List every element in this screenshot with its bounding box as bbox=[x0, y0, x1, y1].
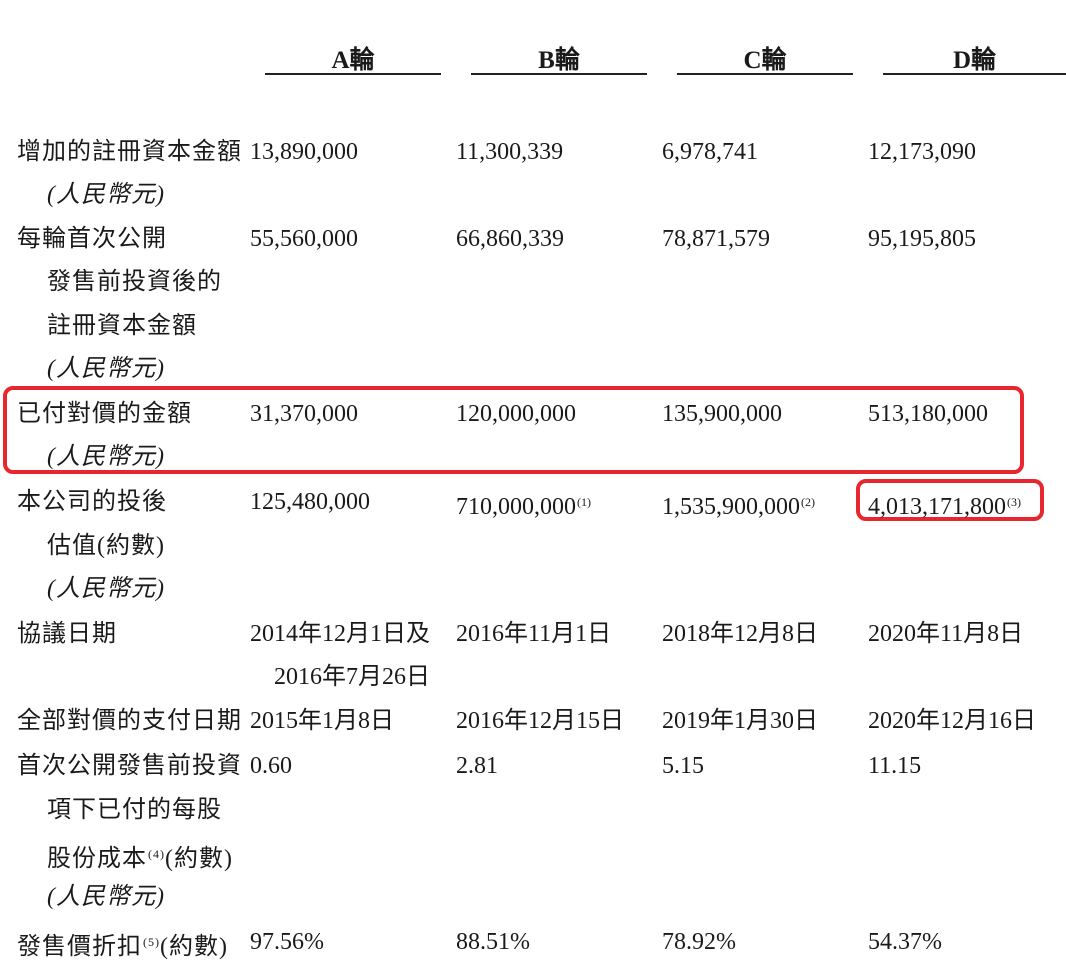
header-rule-d bbox=[883, 73, 1066, 75]
row-label-part: 股份成本 bbox=[47, 846, 147, 872]
cell-b: 2.81 bbox=[456, 753, 498, 779]
cell-c-value: 1,535,900,000 bbox=[662, 494, 800, 520]
row-label: 首次公開發售前投資 bbox=[17, 753, 242, 779]
cell-c: 6,978,741 bbox=[662, 139, 758, 165]
cell-c: 1,535,900,000(2) bbox=[662, 487, 815, 522]
cell-d: 54.37% bbox=[868, 929, 942, 955]
row-label: 發售前投資後的 bbox=[47, 269, 222, 295]
cell-b: 120,000,000 bbox=[456, 401, 576, 427]
cell-c: 135,900,000 bbox=[662, 401, 782, 427]
row-label: 協議日期 bbox=[17, 621, 117, 647]
cell-b: 2016年11月1日 bbox=[456, 621, 612, 647]
footnote-1: (1) bbox=[577, 495, 591, 509]
cell-c: 2019年1月30日 bbox=[662, 708, 818, 734]
footnote-5: (5) bbox=[143, 935, 160, 949]
row-label: 每輪首次公開 bbox=[17, 226, 167, 252]
cell-b: 11,300,339 bbox=[456, 139, 564, 165]
cell-a: 125,480,000 bbox=[250, 489, 370, 515]
cell-d: 2020年12月16日 bbox=[868, 708, 1036, 734]
row-label: 發售價折扣(5)(約數) bbox=[17, 927, 228, 962]
header-rule-c bbox=[677, 73, 853, 75]
cell-d: 95,195,805 bbox=[868, 226, 976, 252]
header-rule-a bbox=[265, 73, 441, 75]
header-round-a: A輪 bbox=[331, 47, 375, 74]
row-label: 全部對價的支付日期 bbox=[17, 708, 242, 734]
cell-a: 97.56% bbox=[250, 929, 324, 955]
row-label: 註冊資本金額 bbox=[47, 313, 197, 339]
cell-a-extra: 2016年7月26日 bbox=[274, 664, 430, 690]
header-rule-b bbox=[471, 73, 647, 75]
header-round-b: B輪 bbox=[538, 47, 580, 74]
header-round-d: D輪 bbox=[952, 47, 997, 74]
cell-a: 55,560,000 bbox=[250, 226, 358, 252]
cell-d-value: 4,013,171,800 bbox=[868, 494, 1006, 520]
cell-c: 78,871,579 bbox=[662, 226, 770, 252]
row-label: 項下已付的每股 bbox=[47, 797, 222, 823]
cell-b: 710,000,000(1) bbox=[456, 487, 591, 522]
cell-d: 2020年11月8日 bbox=[868, 621, 1024, 647]
cell-a: 2014年12月1日及 bbox=[250, 621, 430, 647]
row-label: 本公司的投後 bbox=[17, 489, 167, 515]
cell-d: 513,180,000 bbox=[868, 401, 988, 427]
row-label: 股份成本(4)(約數) bbox=[47, 839, 233, 874]
cell-a: 31,370,000 bbox=[250, 401, 358, 427]
row-label-unit: (人民幣元) bbox=[47, 182, 165, 208]
cell-b: 66,860,339 bbox=[456, 226, 564, 252]
cell-c: 5.15 bbox=[662, 753, 704, 779]
header-round-c: C輪 bbox=[743, 47, 787, 74]
row-label-part: (約數) bbox=[160, 934, 228, 960]
row-label-unit: (人民幣元) bbox=[47, 576, 165, 602]
cell-b: 2016年12月15日 bbox=[456, 708, 624, 734]
footnote-2: (2) bbox=[801, 495, 815, 509]
cell-c: 2018年12月8日 bbox=[662, 621, 818, 647]
cell-a: 2015年1月8日 bbox=[250, 708, 394, 734]
cell-b-value: 710,000,000 bbox=[456, 494, 576, 520]
row-label-unit: (人民幣元) bbox=[47, 356, 165, 382]
cell-b: 88.51% bbox=[456, 929, 530, 955]
cell-d: 11.15 bbox=[868, 753, 922, 779]
footnote-4: (4) bbox=[148, 847, 165, 861]
row-label-unit: (人民幣元) bbox=[47, 444, 165, 470]
row-label-part: 發售價折扣 bbox=[17, 934, 142, 960]
cell-d: 4,013,171,800(3) bbox=[868, 487, 1021, 522]
cell-a: 13,890,000 bbox=[250, 139, 358, 165]
cell-c: 78.92% bbox=[662, 929, 736, 955]
row-label: 已付對價的金額 bbox=[17, 401, 192, 427]
cell-d: 12,173,090 bbox=[868, 139, 976, 165]
footnote-3: (3) bbox=[1007, 495, 1021, 509]
row-label: 估值(約數) bbox=[47, 533, 165, 559]
row-label-unit: (人民幣元) bbox=[47, 884, 165, 910]
cell-a: 0.60 bbox=[250, 753, 292, 779]
row-label: 增加的註冊資本金額 bbox=[17, 139, 242, 165]
row-label-part: (約數) bbox=[165, 846, 233, 872]
